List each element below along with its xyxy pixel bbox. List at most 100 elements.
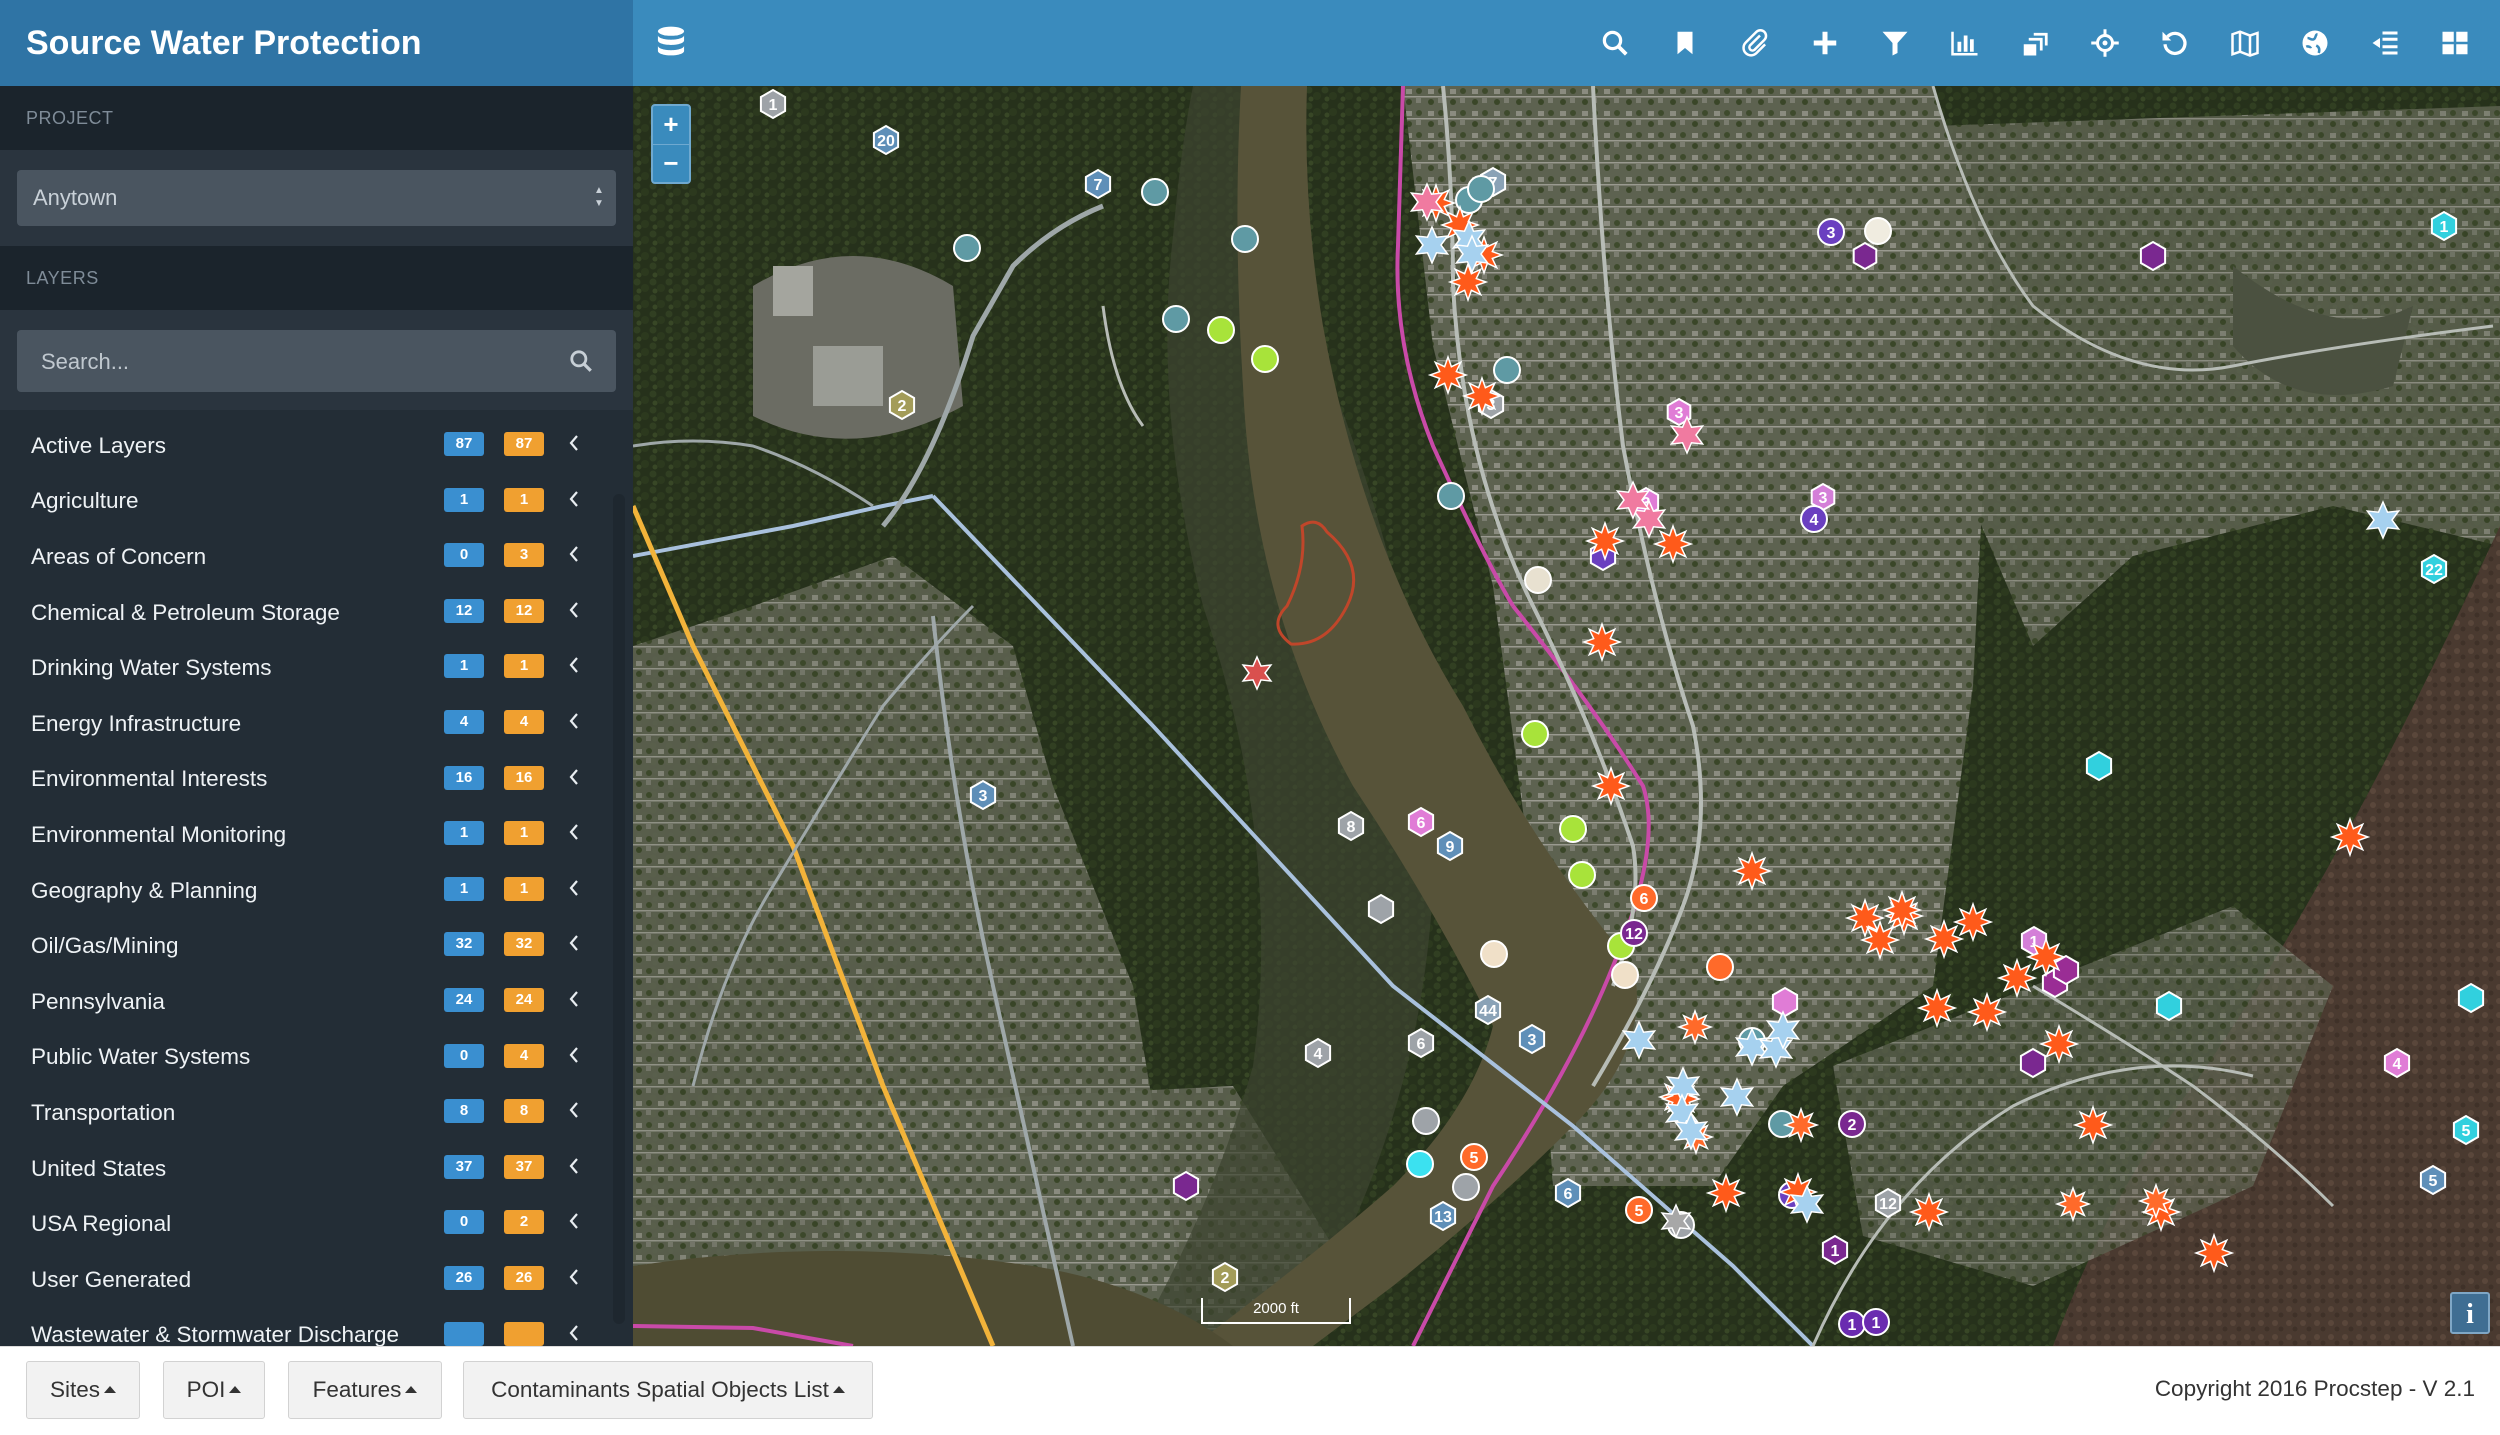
layer-row[interactable]: Wastewater & Stormwater Discharge <box>0 1308 633 1346</box>
layer-row[interactable]: Environmental Interests 16 16 <box>0 752 633 808</box>
chevron-left-icon[interactable] <box>566 821 582 843</box>
circle-marker[interactable] <box>1521 720 1549 748</box>
hex-marker[interactable] <box>2052 954 2080 986</box>
bookmark-icon[interactable] <box>1650 0 1720 86</box>
star-marker[interactable] <box>1414 225 1450 265</box>
hex-marker[interactable]: 5 <box>2419 1164 2447 1196</box>
star-marker[interactable] <box>1427 354 1469 396</box>
chevron-left-icon[interactable] <box>566 1266 582 1288</box>
layer-row[interactable]: Pennsylvania 24 24 <box>0 974 633 1030</box>
search-icon[interactable] <box>568 348 594 374</box>
layer-row[interactable]: Geography & Planning 1 1 <box>0 863 633 919</box>
star-marker[interactable] <box>1461 375 1503 417</box>
hex-marker[interactable]: 1 <box>1821 1234 1849 1266</box>
chevron-left-icon[interactable] <box>566 432 582 454</box>
star-marker[interactable] <box>2025 936 2067 978</box>
layer-row[interactable]: Active Layers 87 87 <box>0 418 633 474</box>
star-marker[interactable] <box>1621 1020 1657 1060</box>
layers-stack-icon[interactable] <box>2000 0 2070 86</box>
hex-marker[interactable] <box>1367 893 1395 925</box>
star-marker[interactable] <box>1584 520 1626 562</box>
star-marker[interactable] <box>1652 523 1694 565</box>
project-select[interactable]: Anytown ▲ ▼ <box>17 170 616 226</box>
star-marker[interactable] <box>1705 1172 1747 1214</box>
layer-row[interactable]: Drinking Water Systems 1 1 <box>0 640 633 696</box>
chevron-left-icon[interactable] <box>566 877 582 899</box>
star-marker[interactable] <box>2329 816 2371 858</box>
zoom-out-button[interactable]: − <box>653 144 689 183</box>
star-marker[interactable] <box>2365 500 2401 540</box>
star-marker[interactable] <box>1916 987 1958 1029</box>
undo-icon[interactable] <box>2140 0 2210 86</box>
hex-marker[interactable] <box>1172 1170 1200 1202</box>
hex-marker[interactable]: 12 <box>1874 1187 1902 1219</box>
layer-row[interactable]: User Generated 26 26 <box>0 1252 633 1308</box>
poi-button[interactable]: POI <box>163 1361 265 1419</box>
star-marker[interactable] <box>1966 991 2008 1033</box>
circle-marker[interactable] <box>1611 961 1639 989</box>
hex-marker[interactable] <box>1852 241 1878 271</box>
info-button[interactable]: i <box>2450 1292 2490 1334</box>
circle-marker[interactable]: 5 <box>1625 1196 1653 1224</box>
circle-marker[interactable] <box>1141 178 1169 206</box>
chevron-left-icon[interactable] <box>566 599 582 621</box>
layer-row[interactable]: United States 37 37 <box>0 1141 633 1197</box>
circle-marker[interactable]: 4 <box>1800 505 1828 533</box>
globe-icon[interactable] <box>2280 0 2350 86</box>
chevron-left-icon[interactable] <box>566 543 582 565</box>
hex-marker[interactable]: 1 <box>2430 210 2458 242</box>
circle-marker[interactable] <box>1480 940 1508 968</box>
search-icon[interactable] <box>1580 0 1650 86</box>
layer-row[interactable]: Agriculture 1 1 <box>0 474 633 530</box>
star-marker[interactable] <box>1782 1106 1820 1144</box>
layer-row[interactable]: Chemical & Petroleum Storage 12 12 <box>0 585 633 641</box>
layer-search-input[interactable] <box>17 330 523 394</box>
layer-row[interactable]: Transportation 8 8 <box>0 1085 633 1141</box>
star-marker[interactable] <box>1859 919 1901 961</box>
circle-marker[interactable] <box>1162 305 1190 333</box>
circle-marker[interactable] <box>1706 953 1734 981</box>
circle-marker[interactable]: 12 <box>1620 919 1648 947</box>
star-marker[interactable] <box>2072 1104 2114 1146</box>
chevron-left-icon[interactable] <box>566 988 582 1010</box>
database-icon[interactable] <box>655 26 687 60</box>
star-marker[interactable] <box>2038 1023 2080 1065</box>
star-marker[interactable] <box>1447 261 1489 303</box>
layer-row[interactable]: Oil/Gas/Mining 32 32 <box>0 918 633 974</box>
hex-marker[interactable]: 20 <box>872 124 900 156</box>
layer-row[interactable]: Environmental Monitoring 1 1 <box>0 807 633 863</box>
star-marker[interactable] <box>2054 1185 2092 1223</box>
circle-marker[interactable] <box>1524 566 1552 594</box>
contaminants-list-button[interactable]: Contaminants Spatial Objects List <box>463 1361 873 1419</box>
hex-marker[interactable] <box>1771 986 1799 1018</box>
circle-marker[interactable] <box>1467 175 1495 203</box>
chevron-left-icon[interactable] <box>566 1155 582 1177</box>
chevron-left-icon[interactable] <box>566 1099 582 1121</box>
chevron-left-icon[interactable] <box>566 654 582 676</box>
hex-marker[interactable]: 6 <box>1554 1177 1582 1209</box>
sidebar-scrollbar[interactable] <box>613 494 625 1324</box>
features-button[interactable]: Features <box>288 1361 442 1419</box>
circle-marker[interactable] <box>1568 861 1596 889</box>
circle-marker[interactable]: 5 <box>1460 1143 1488 1171</box>
hex-marker[interactable]: 9 <box>1436 830 1464 862</box>
sites-button[interactable]: Sites <box>26 1361 140 1419</box>
circle-marker[interactable] <box>1452 1173 1480 1201</box>
chevron-left-icon[interactable] <box>566 488 582 510</box>
star-marker[interactable] <box>1731 850 1773 892</box>
grid-icon[interactable] <box>2420 0 2490 86</box>
chevron-left-icon[interactable] <box>566 932 582 954</box>
hex-marker[interactable] <box>2457 982 2485 1014</box>
star-marker[interactable] <box>1881 889 1923 931</box>
plus-icon[interactable] <box>1790 0 1860 86</box>
bar-chart-icon[interactable] <box>1930 0 2000 86</box>
hex-marker[interactable]: 4 <box>2383 1047 2411 1079</box>
crosshair-icon[interactable] <box>2070 0 2140 86</box>
hex-marker[interactable]: 3 <box>1518 1023 1546 1055</box>
layer-row[interactable]: Energy Infrastructure 4 4 <box>0 696 633 752</box>
circle-marker[interactable]: 1 <box>1838 1310 1866 1338</box>
chevron-left-icon[interactable] <box>566 1044 582 1066</box>
map-icon[interactable] <box>2210 0 2280 86</box>
star-marker[interactable] <box>2193 1232 2235 1274</box>
circle-marker[interactable]: 6 <box>1630 884 1658 912</box>
